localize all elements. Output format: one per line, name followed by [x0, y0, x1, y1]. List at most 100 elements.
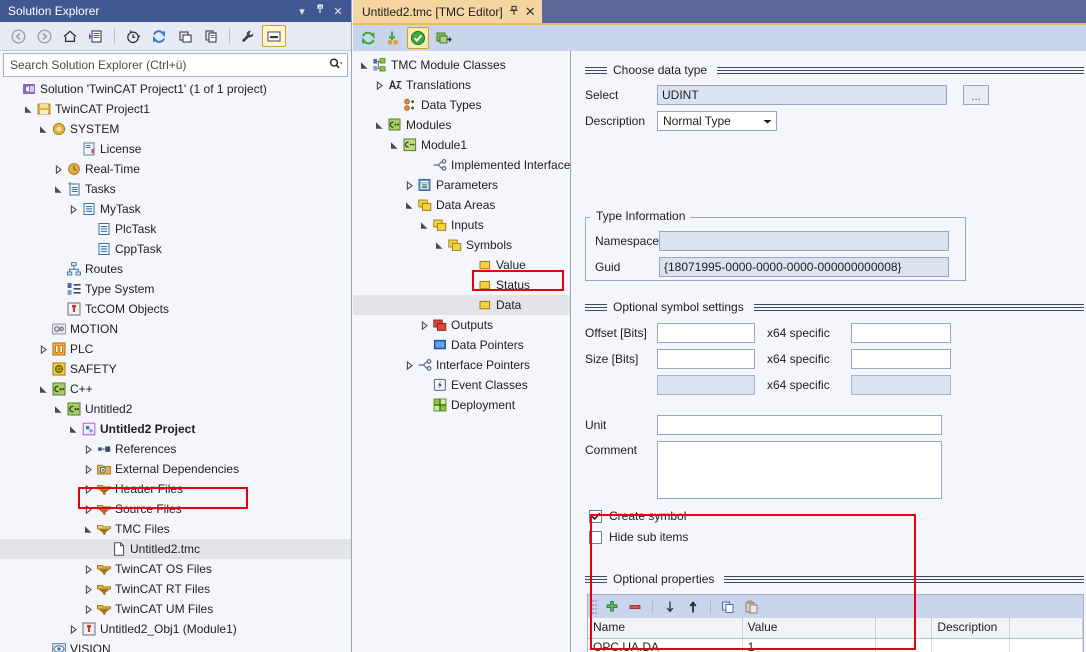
tree-item[interactable]: MyTask	[0, 199, 351, 219]
forward-icon[interactable]	[32, 25, 56, 47]
tree-item[interactable]: TwinCAT Project1	[0, 99, 351, 119]
grid-body[interactable]: OPC.UA.DA1OPC.UA.DA.AliasMyFancyOpcUaAli…	[588, 639, 1084, 652]
twisty-closed-icon[interactable]	[402, 175, 416, 195]
panel-close-icon[interactable]: ✕	[329, 5, 347, 18]
tree-item[interactable]: External Dependencies	[0, 459, 351, 479]
grid-column-header[interactable]: Description	[932, 618, 1010, 638]
refresh-icon[interactable]	[147, 25, 171, 47]
comment-textarea[interactable]	[657, 441, 942, 499]
copy-icon[interactable]	[718, 597, 738, 617]
x64-specific-input[interactable]	[851, 375, 951, 395]
tree-item[interactable]: Routes	[0, 259, 351, 279]
tree-item[interactable]: Header Files	[0, 479, 351, 499]
twisty-closed-icon[interactable]	[402, 355, 416, 375]
tree-item[interactable]: License	[0, 139, 351, 159]
tree-item[interactable]: Type System	[0, 279, 351, 299]
tree-item[interactable]: Inputs	[353, 215, 570, 235]
twisty-open-icon[interactable]	[51, 399, 65, 419]
generate-code-icon[interactable]	[432, 27, 454, 49]
tree-item[interactable]: Solution 'TwinCAT Project1' (1 of 1 proj…	[0, 79, 351, 99]
symbol-setting-input[interactable]	[657, 323, 755, 343]
select-browse-button[interactable]: ...	[963, 85, 989, 105]
twisty-closed-icon[interactable]	[81, 439, 95, 459]
twisty-open-icon[interactable]	[402, 195, 416, 215]
twisty-closed-icon[interactable]	[81, 459, 95, 479]
grid-column-header[interactable]: Name	[588, 618, 743, 638]
twisty-open-icon[interactable]	[81, 519, 95, 539]
tree-item[interactable]: Untitled2_Obj1 (Module1)	[0, 619, 351, 639]
guid-input[interactable]: {18071995-0000-0000-0000-000000000008}	[659, 257, 949, 277]
twisty-open-icon[interactable]	[51, 179, 65, 199]
optional-properties-grid[interactable]: NameValue Description OPC.UA.DA1OPC.UA.DA…	[587, 618, 1084, 652]
x64-specific-input[interactable]	[851, 349, 951, 369]
tree-item[interactable]: Translations	[353, 75, 570, 95]
twisty-open-icon[interactable]	[357, 55, 371, 75]
unit-input[interactable]	[657, 415, 942, 435]
tree-item[interactable]: Untitled2 Project	[0, 419, 351, 439]
tree-item[interactable]: Real-Time	[0, 159, 351, 179]
twisty-closed-icon[interactable]	[417, 315, 431, 335]
tree-item[interactable]: TMC Files	[0, 519, 351, 539]
tree-item[interactable]: TwinCAT OS Files	[0, 559, 351, 579]
tree-item[interactable]: References	[0, 439, 351, 459]
checkbox-box[interactable]	[589, 509, 602, 523]
grid-column-header[interactable]	[876, 618, 933, 638]
panel-pin-icon[interactable]	[311, 4, 329, 18]
tree-item[interactable]: PlcTask	[0, 219, 351, 239]
solution-explorer-tree[interactable]: Solution 'TwinCAT Project1' (1 of 1 proj…	[0, 79, 351, 652]
import-icon[interactable]	[382, 27, 404, 49]
tab-untitled2-tmc[interactable]: Untitled2.tmc [TMC Editor] ✕	[353, 0, 542, 23]
pending-changes-icon[interactable]	[84, 25, 108, 47]
twisty-open-icon[interactable]	[432, 235, 446, 255]
twisty-closed-icon[interactable]	[66, 619, 80, 639]
tree-item[interactable]: Untitled2.tmc	[0, 539, 351, 559]
tree-item[interactable]: Deployment	[353, 395, 570, 415]
symbol-setting-input[interactable]	[657, 349, 755, 369]
tree-item[interactable]: Data Areas	[353, 195, 570, 215]
tree-item[interactable]: TMC Module Classes	[353, 55, 570, 75]
search-solution-explorer-input[interactable]: Search Solution Explorer (Ctrl+ü)	[3, 53, 348, 77]
description-combobox[interactable]: Normal Type	[657, 111, 777, 131]
twisty-closed-icon[interactable]	[81, 499, 95, 519]
tree-item[interactable]: Data	[353, 295, 570, 315]
tmc-tree-panel[interactable]: TMC Module Classes Translations Data Types…	[353, 51, 571, 652]
preview-selected-items-icon[interactable]	[262, 25, 286, 47]
twisty-closed-icon[interactable]	[36, 339, 50, 359]
tree-item[interactable]: Parameters	[353, 175, 570, 195]
tree-item[interactable]: Data Types	[353, 95, 570, 115]
grid-cell[interactable]: 1	[743, 639, 876, 652]
properties-icon[interactable]	[236, 25, 260, 47]
twisty-closed-icon[interactable]	[81, 579, 95, 599]
back-icon[interactable]	[6, 25, 30, 47]
collapse-all-icon[interactable]	[173, 25, 197, 47]
tree-item[interactable]: Modules	[353, 115, 570, 135]
twisty-closed-icon[interactable]	[372, 75, 386, 95]
remove-property-icon[interactable]	[625, 597, 645, 617]
tree-item[interactable]: Value	[353, 255, 570, 275]
add-property-icon[interactable]	[602, 597, 622, 617]
tree-item[interactable]: MOTION	[0, 319, 351, 339]
sync-with-active-document-icon[interactable]	[121, 25, 145, 47]
table-row[interactable]: OPC.UA.DA 1	[588, 639, 1084, 652]
tree-item[interactable]: Implemented Interfaces	[353, 155, 570, 175]
symbol-setting-input[interactable]	[657, 375, 755, 395]
namespace-input[interactable]	[659, 231, 949, 251]
twisty-open-icon[interactable]	[36, 119, 50, 139]
tree-item[interactable]: Event Classes	[353, 375, 570, 395]
twisty-closed-icon[interactable]	[66, 199, 80, 219]
tree-item[interactable]: Module1	[353, 135, 570, 155]
checkbox-row[interactable]: Hide sub items	[589, 530, 688, 544]
grid-cell[interactable]	[932, 639, 1010, 652]
tab-pin-icon[interactable]	[509, 5, 519, 19]
grid-cell[interactable]	[1010, 639, 1084, 652]
tree-item[interactable]: TwinCAT UM Files	[0, 599, 351, 619]
validate-icon[interactable]	[407, 27, 429, 49]
tree-item[interactable]: VISION	[0, 639, 351, 652]
grid-column-header[interactable]	[1010, 618, 1084, 638]
toolbar-gripper[interactable]	[592, 599, 599, 615]
tree-item[interactable]: SYSTEM	[0, 119, 351, 139]
tree-item[interactable]: TwinCAT RT Files	[0, 579, 351, 599]
grid-cell[interactable]	[876, 639, 933, 652]
grid-cell[interactable]: OPC.UA.DA	[588, 639, 743, 652]
tree-item[interactable]: Data Pointers	[353, 335, 570, 355]
